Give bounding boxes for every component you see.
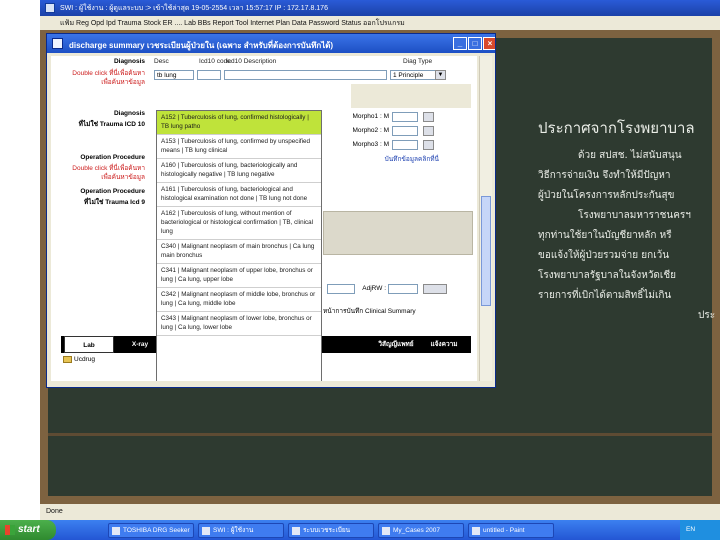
dialog-icon xyxy=(52,38,63,49)
taskbar-item[interactable]: SWI : ผู้ใช้งาน xyxy=(198,523,284,538)
operation2-label: Operation Procedure xyxy=(80,188,145,195)
morpho1-field[interactable] xyxy=(392,112,418,122)
tree-root-label: Ucdrug xyxy=(74,356,95,364)
diag-panel xyxy=(351,84,471,108)
taskbar-item-label: TOSHIBA DRG Seeker xyxy=(123,527,190,534)
announcement-line: โรงพยาบาลรัฐบาลในจังหวัดเชีย xyxy=(538,270,676,281)
start-button[interactable]: start xyxy=(0,520,56,540)
summary-panel xyxy=(323,211,473,255)
dialog-title-text: discharge summary เวชระเบียนผู้ป่วยใน (เ… xyxy=(69,41,334,50)
list-item[interactable]: C340 | Malignant neoplasm of main bronch… xyxy=(157,240,321,264)
taskbar-item[interactable]: My_Cases 2007 xyxy=(378,523,464,538)
system-tray[interactable]: EN xyxy=(680,520,720,540)
taskbar-item-label: untitled - Paint xyxy=(483,527,525,534)
operation2-sub: ที่ไม่ใช่ Trauma Icd 9 xyxy=(84,199,145,206)
announcement-text: ประกาศจากโรงพยาบาล ด้วย สปสช. ไม่สนับสนุ… xyxy=(538,118,720,326)
taskbar-item-label: My_Cases 2007 xyxy=(393,527,440,534)
rw-field[interactable] xyxy=(327,284,355,294)
list-item[interactable]: C343 | Malignant neoplasm of lower lobe,… xyxy=(157,312,321,336)
announcement-line: ขอแจ้งให้ผู้ป่วยรวมจ่าย ยกเว้น xyxy=(538,250,670,261)
close-button[interactable]: × xyxy=(483,37,495,50)
taskbar: start TOSHIBA DRG Seeker SWI : ผู้ใช้งาน… xyxy=(0,520,720,540)
list-item[interactable]: A161 | Tuberculosis of lung, bacteriolog… xyxy=(157,183,321,207)
announcement-line: รายการที่เบิกได้ตามสิทธิ์ไม่เกิน xyxy=(538,290,672,301)
diagnosis2-label: Diagnosis xyxy=(113,110,145,117)
diagnosis-label: Diagnosis xyxy=(113,58,145,65)
announcement-line: โรงพยาบาลมหาราชนครฯ xyxy=(578,210,691,221)
morpho2-label: Morpho2 : M xyxy=(352,127,390,134)
app-title-bar: SWI : ผู้ใช้งาน : ผู้ดูแลระบบ :> เข้าใช้… xyxy=(40,0,720,16)
taskbar-item-label: SWI : ผู้ใช้งาน xyxy=(213,527,254,534)
taskbar-item[interactable]: ระบบเวชระเบียน xyxy=(288,523,374,538)
board-divider xyxy=(48,433,712,436)
discharge-summary-dialog: discharge summary เวชระเบียนผู้ป่วยใน (เ… xyxy=(46,33,496,388)
morpho3-button[interactable] xyxy=(423,140,434,150)
dblclick-hint: เพื่อค้นหาข้อมูล xyxy=(101,174,145,181)
list-item[interactable]: A153 | Tuberculosis of lung, confirmed b… xyxy=(157,135,321,159)
scrollbar-thumb[interactable] xyxy=(481,196,491,306)
save-hint-link[interactable]: บันทึกข้อมูลคลิกที่นี่ xyxy=(369,154,439,164)
announcement-line: ผู้ป่วยในโครงการหลักประกันสุข xyxy=(538,190,675,201)
col-desc: Desc xyxy=(154,58,169,65)
tab-report[interactable]: แจ้งความ xyxy=(421,336,467,353)
list-item[interactable]: C341 | Malignant neoplasm of upper lobe,… xyxy=(157,264,321,288)
morpho2-button[interactable] xyxy=(423,126,434,136)
col-diag-type: Diag Type xyxy=(403,58,433,65)
drug-tree[interactable]: Ucdrug xyxy=(63,356,153,381)
tab-anesthesia[interactable]: วิสัญญีแพทย์ xyxy=(373,336,419,353)
paint-icon xyxy=(472,527,480,535)
start-label: start xyxy=(18,524,40,535)
status-bar: Done xyxy=(40,504,720,520)
icd-code-field[interactable] xyxy=(197,70,221,80)
tab-lab[interactable]: Lab xyxy=(64,336,114,353)
taskbar-item-label: ระบบเวชระเบียน xyxy=(303,527,351,534)
list-item[interactable]: A152 | Tuberculosis of lung, confirmed h… xyxy=(157,111,321,135)
announcement-line: ด้วย สปสช. ไม่สนับสนุน xyxy=(578,150,682,161)
list-item[interactable]: A160 | Tuberculosis of lung, bacteriolog… xyxy=(157,159,321,183)
app-icon xyxy=(202,527,210,535)
taskbar-item[interactable]: TOSHIBA DRG Seeker xyxy=(108,523,194,538)
col-icd-desc: Icd10 Description xyxy=(226,58,277,65)
app-menu-bar[interactable]: แฟ้ม Reg Opd Ipd Trauma Stock ER .... La… xyxy=(40,16,720,30)
dblclick-hint: เพื่อค้นหาข้อมูล xyxy=(101,79,145,86)
announcement-heading: ประกาศจากโรงพยาบาล xyxy=(538,119,695,137)
chevron-down-icon[interactable]: ▼ xyxy=(435,70,446,80)
maximize-button[interactable]: □ xyxy=(468,37,482,50)
list-item[interactable]: A162 | Tuberculosis of lung, without men… xyxy=(157,207,321,240)
diagnosis2-sub: ที่ไม่ใช่ Trauma ICD 10 xyxy=(78,121,145,128)
list-item[interactable]: C342 | Malignant neoplasm of middle lobe… xyxy=(157,288,321,312)
dialog-title-bar: discharge summary เวชระเบียนผู้ป่วยใน (เ… xyxy=(47,34,495,53)
dialog-body: Desc Icd10 code Icd10 Description Diag T… xyxy=(51,56,477,381)
announcement-line: ทุกท่านใช้ยาในบัญชียาหลัก หรื xyxy=(538,230,672,241)
operation-label: Operation Procedure xyxy=(80,154,145,161)
adjrw-label: AdjRW : xyxy=(362,285,386,292)
morpho2-field[interactable] xyxy=(392,126,418,136)
dialog-scrollbar[interactable] xyxy=(479,56,492,381)
folder-icon xyxy=(63,356,72,363)
icd-description-field[interactable] xyxy=(224,70,387,80)
morpho3-field[interactable] xyxy=(392,140,418,150)
morpho1-button[interactable] xyxy=(423,112,434,122)
minimize-button[interactable]: _ xyxy=(453,37,467,50)
app-icon xyxy=(292,527,300,535)
adjrw-field[interactable] xyxy=(388,284,418,294)
app-icon xyxy=(45,3,55,13)
app-icon xyxy=(112,527,120,535)
announcement-line: ประ xyxy=(698,310,716,321)
morpho3-label: Morpho3 : M xyxy=(352,141,390,148)
windows-logo-icon xyxy=(5,525,15,535)
diagnosis-search-input[interactable]: tb lung xyxy=(154,70,194,80)
icd-suggestion-list[interactable]: A152 | Tuberculosis of lung, confirmed h… xyxy=(156,110,322,381)
app-icon xyxy=(382,527,390,535)
app-title-text: SWI : ผู้ใช้งาน : ผู้ดูแลระบบ :> เข้าใช้… xyxy=(60,5,328,12)
footer-label: หน้าการบันทึก Clinical Summary xyxy=(323,308,416,315)
morpho1-label: Morpho1 : M xyxy=(352,113,390,120)
announcement-line: วิธีการจ่ายเงิน จึงทำให้มีปัญหา xyxy=(538,170,671,181)
taskbar-item[interactable]: untitled - Paint xyxy=(468,523,554,538)
adjrw-button[interactable] xyxy=(423,284,447,294)
